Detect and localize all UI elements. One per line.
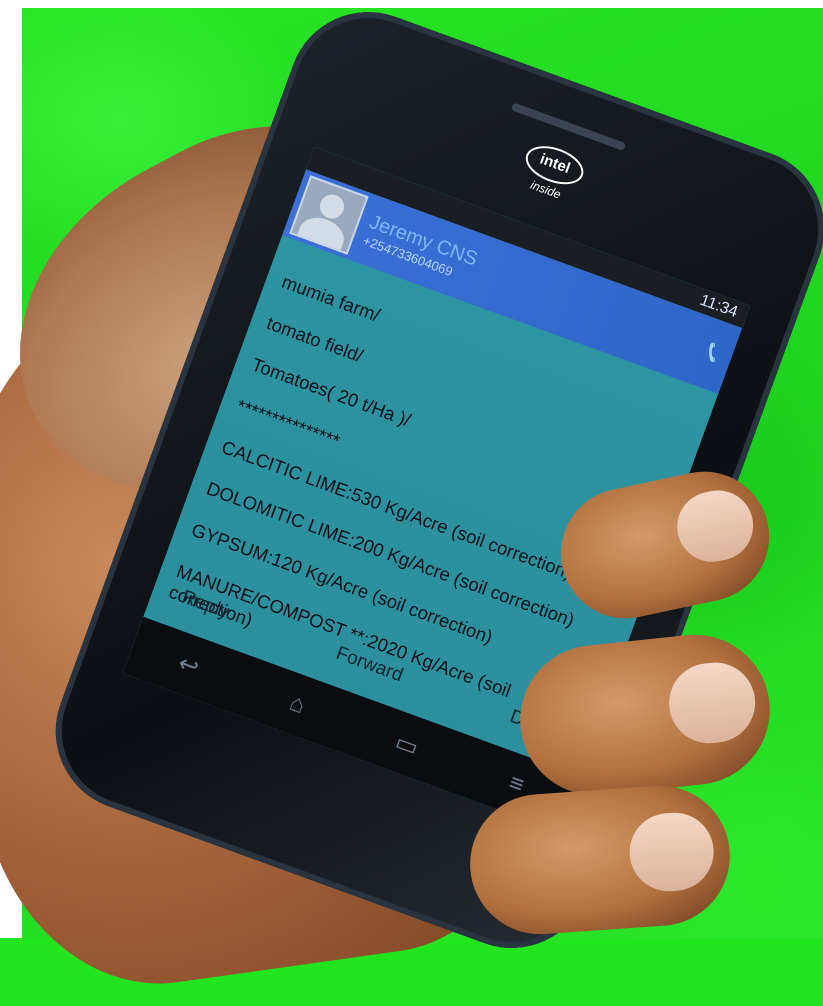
frame-border-top (0, 0, 823, 8)
finger-ring (465, 781, 735, 939)
fingernail (665, 658, 760, 748)
fingernail (670, 484, 760, 569)
intel-inside-logo: intel inside (500, 135, 599, 220)
phone-call-icon[interactable]: 📞︎ (702, 335, 723, 371)
back-icon[interactable]: ↩ (174, 648, 203, 682)
home-icon[interactable]: ⌂ (286, 689, 309, 720)
fingernail (626, 810, 717, 894)
recent-apps-icon[interactable]: ▭ (391, 727, 423, 762)
